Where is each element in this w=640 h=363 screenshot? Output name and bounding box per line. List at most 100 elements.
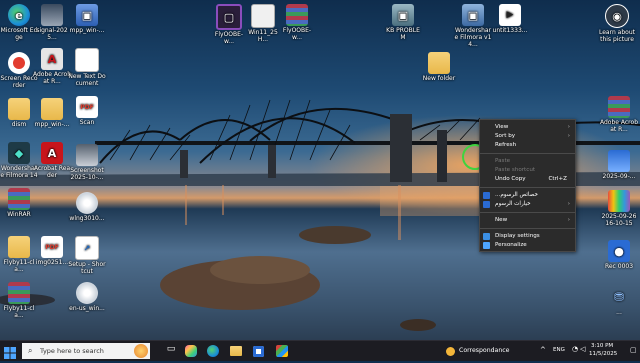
desktop-icon-mpp-installer[interactable]: ▣ mpp_win-... <box>68 4 106 34</box>
desktop-icon-label: mpp_win-... <box>34 121 70 128</box>
menu-item-label: Paste shortcut <box>495 167 536 173</box>
winrar-icon <box>286 4 308 26</box>
desktop-icon-new-folder[interactable]: New folder <box>420 52 458 82</box>
disc-image-icon <box>76 282 98 304</box>
task-view-icon[interactable]: ▭ <box>164 344 178 358</box>
desktop-icon-label: Adobe Acrobat R... <box>600 119 638 133</box>
notification-icon[interactable]: ▢ <box>630 346 637 354</box>
camera-icon: ◉ <box>605 4 629 28</box>
desktop-icon-signal-image[interactable]: signal-2025... <box>33 4 71 41</box>
file-explorer-icon[interactable] <box>230 344 244 358</box>
menu-item-personalize[interactable]: Personalize <box>480 241 575 250</box>
desktop-icon-video-2025-09-26[interactable]: 2025-09-26 16-10-15 <box>600 190 638 227</box>
desktop-icon-label: img0251... <box>35 259 69 266</box>
desktop-icon-en-us-image[interactable]: en-us_win... <box>68 282 106 312</box>
volume-icon[interactable]: ◁ <box>580 345 585 353</box>
desktop-icon-label: New folder <box>422 75 456 82</box>
desktop-icon-untitled-media[interactable]: ▶ untit1333... <box>491 4 529 34</box>
recording-icon: ● <box>608 240 630 262</box>
menu-separator <box>480 187 575 188</box>
desktop-icon-winrar[interactable]: WinRAR <box>0 188 38 218</box>
desktop-icon-setup-shortcut[interactable]: ↗ Setup - Shortcut <box>68 236 106 275</box>
disc-image-icon <box>251 4 275 28</box>
desktop-icon-learn-about-picture[interactable]: ◉ Learn about this picture <box>598 4 636 43</box>
menu-item-graphics-options[interactable]: خيارات الرسوم › <box>480 200 575 209</box>
menu-separator <box>480 212 575 213</box>
desktop-icon-label: ... <box>616 309 622 316</box>
menu-item-paste: Paste <box>480 157 575 166</box>
clock-time[interactable]: 3:10 PM <box>591 343 613 349</box>
shortcut-file-icon: ↗ <box>75 236 99 260</box>
media-file-icon: ▶ <box>499 4 521 26</box>
installer-icon: ▣ <box>462 4 484 26</box>
menu-separator <box>480 153 575 154</box>
menu-item-graphics-properties[interactable]: ...خصائص الرسوم <box>480 191 575 200</box>
desktop-icon-label: Screenshot 2025-10-... <box>70 167 104 181</box>
chevron-right-icon: › <box>567 201 570 207</box>
graphics-icon <box>483 192 490 199</box>
start-button[interactable] <box>4 344 18 359</box>
weather-icon[interactable] <box>446 344 456 358</box>
menu-item-undo-copy[interactable]: Undo Copy Ctrl+Z <box>480 175 575 184</box>
desktop-icon-wondershare-filmora-installer[interactable]: ▣ Wondershare Filmora v14... <box>454 4 492 48</box>
desktop-icon-label: mpp_win-... <box>69 27 105 34</box>
desktop-icon-label: Rec 0003 <box>604 263 634 270</box>
desktop-icon-kb-problem[interactable]: ▣ KB PROBLEM <box>384 4 422 41</box>
settings-taskbar-icon[interactable] <box>276 344 290 358</box>
desktop-icon-network[interactable]: ⛃ ... <box>600 286 638 317</box>
desktop-icon-win11-iso[interactable]: Win11_25H... <box>244 4 282 43</box>
menu-item-sort-by[interactable]: Sort by › <box>480 132 575 141</box>
chevron-right-icon: › <box>567 133 570 139</box>
desktop-icon-label: Learn about this picture <box>599 29 635 43</box>
desktop-icon-label: signal-2025... <box>36 27 68 41</box>
desktop-icon-label: Win11_25H... <box>248 29 278 43</box>
winrar-icon <box>8 282 30 304</box>
desktop-icon-rec-0003[interactable]: ● Rec 0003 <box>600 240 638 270</box>
menu-item-label: Undo Copy <box>495 176 526 182</box>
desktop-icon-mpp-folder[interactable]: mpp_win-... <box>33 98 71 128</box>
desktop-icon-adobe-acrobat-archive[interactable]: Adobe Acrobat R... <box>600 96 638 133</box>
copilot-icon[interactable] <box>185 344 199 358</box>
graphics-icon <box>483 201 490 208</box>
keyboard-language[interactable]: ENG <box>553 347 565 353</box>
acrobat-reader-icon: A <box>41 142 63 164</box>
edge-taskbar-icon[interactable] <box>207 344 221 358</box>
desktop-icon-flyoobe-archive[interactable]: FlyOOBE-w... <box>278 4 316 41</box>
chevron-right-icon: › <box>567 124 570 130</box>
flyoobe-icon: ▢ <box>216 4 242 30</box>
desktop-icon-img-pdf[interactable]: PDF img0251... <box>33 236 71 266</box>
desktop-context-menu: View › Sort by › Refresh Paste Paste sho… <box>479 119 576 252</box>
menu-item-new[interactable]: New › <box>480 216 575 225</box>
text-file-icon <box>75 48 99 72</box>
display-settings-icon <box>483 233 490 240</box>
desktop-icon-new-text-document[interactable]: New Text Document <box>68 48 106 87</box>
menu-item-refresh[interactable]: Refresh <box>480 141 575 150</box>
desktop-icon-flyby11-archive[interactable]: Flyby11-cla... <box>0 282 38 319</box>
desktop-icon-scan[interactable]: PDF Scan <box>68 96 106 126</box>
clock-date[interactable]: 11/5/2025 <box>589 351 617 357</box>
desktop-icon-label: New Text Document <box>68 73 106 87</box>
desktop-icon-acrobat-reader[interactable]: A Acrobat Reader <box>33 142 71 179</box>
installer-icon: ▣ <box>76 4 98 26</box>
installer-icon: ▣ <box>392 4 414 26</box>
personalize-icon <box>483 242 490 249</box>
desktop-icon-wlng-image[interactable]: wlng3010... <box>68 192 106 222</box>
menu-item-view[interactable]: View › <box>480 123 575 132</box>
desktop-icon-adobe-acrobat[interactable]: A Adobe Acrobat R... <box>33 48 71 85</box>
desktop-icon-label: Setup - Shortcut <box>68 261 106 275</box>
weather-label[interactable]: Correspondance <box>459 347 509 354</box>
desktop-icon-flyoobe[interactable]: ▢ FlyOOBE-w... <box>210 4 248 45</box>
desktop-icon-label: untit1333... <box>492 27 528 34</box>
desktop-icon-label: 2025-09-... <box>602 173 636 180</box>
windows-logo-icon <box>4 347 16 359</box>
chevron-up-icon[interactable]: ^ <box>540 346 546 354</box>
desktop-icon-screenshot-2025-09[interactable]: 2025-09-... <box>600 150 638 180</box>
desktop-icon-screenshot[interactable]: Screenshot 2025-10-... <box>68 144 106 181</box>
desktop-icon-label: Wondershare Filmora v14... <box>454 27 492 48</box>
taskbar-search-box[interactable]: ⌕ Type here to search <box>22 343 150 359</box>
search-highlight-image <box>134 344 148 358</box>
menu-item-display-settings[interactable]: Display settings <box>480 232 575 241</box>
network-tray-icon[interactable]: ◔ <box>572 345 578 353</box>
store-icon[interactable] <box>253 344 267 358</box>
desktop-icon-label: wlng3010... <box>69 215 105 222</box>
